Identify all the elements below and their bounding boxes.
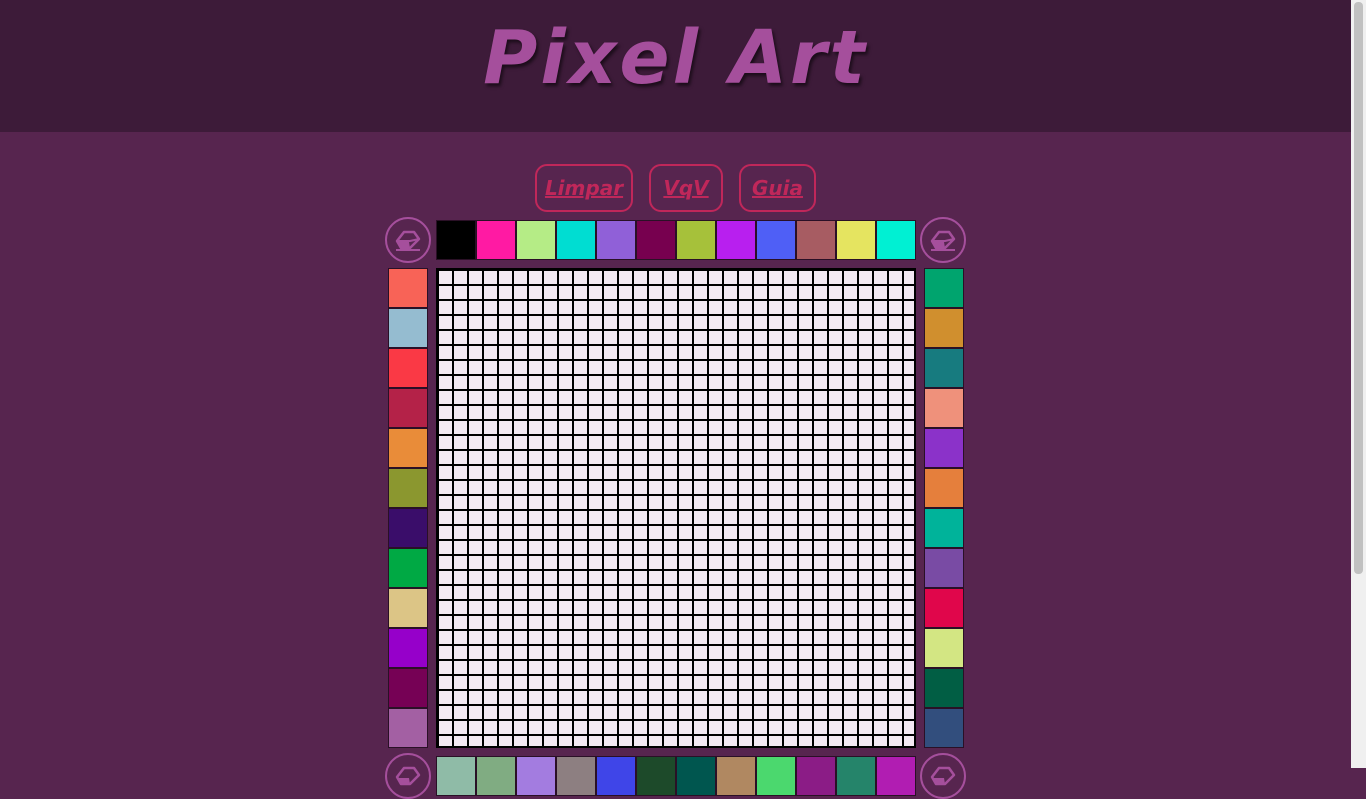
- color-swatch-right-2[interactable]: [924, 308, 964, 348]
- eraser-button-top-right[interactable]: [920, 217, 966, 263]
- eraser-button-bottom-left[interactable]: [385, 753, 431, 799]
- color-swatch-right-1[interactable]: [924, 268, 964, 308]
- color-palette-top: [436, 220, 916, 260]
- color-swatch-bottom-3[interactable]: [516, 756, 556, 796]
- color-swatch-right-9[interactable]: [924, 588, 964, 628]
- vertical-scrollbar[interactable]: [1351, 0, 1366, 768]
- color-swatch-top-11[interactable]: [836, 220, 876, 260]
- color-swatch-bottom-1[interactable]: [436, 756, 476, 796]
- color-swatch-right-12[interactable]: [924, 708, 964, 748]
- color-swatch-right-7[interactable]: [924, 508, 964, 548]
- eraser-icon: [395, 766, 421, 786]
- color-swatch-right-4[interactable]: [924, 388, 964, 428]
- color-swatch-top-10[interactable]: [796, 220, 836, 260]
- color-swatch-bottom-12[interactable]: [876, 756, 916, 796]
- color-swatch-top-8[interactable]: [716, 220, 756, 260]
- color-swatch-left-4[interactable]: [388, 388, 428, 428]
- color-swatch-bottom-6[interactable]: [636, 756, 676, 796]
- color-swatch-top-9[interactable]: [756, 220, 796, 260]
- eraser-icon: [395, 230, 421, 251]
- color-swatch-bottom-9[interactable]: [756, 756, 796, 796]
- color-swatch-top-3[interactable]: [516, 220, 556, 260]
- color-swatch-top-2[interactable]: [476, 220, 516, 260]
- clear-button[interactable]: Limpar: [535, 164, 633, 212]
- color-palette-bottom: [436, 756, 916, 796]
- color-swatch-left-1[interactable]: [388, 268, 428, 308]
- color-swatch-left-2[interactable]: [388, 308, 428, 348]
- color-swatch-right-8[interactable]: [924, 548, 964, 588]
- color-swatch-left-6[interactable]: [388, 468, 428, 508]
- color-swatch-bottom-5[interactable]: [596, 756, 636, 796]
- color-swatch-right-5[interactable]: [924, 428, 964, 468]
- color-swatch-bottom-7[interactable]: [676, 756, 716, 796]
- eraser-icon: [930, 766, 956, 786]
- pixel-board[interactable]: [436, 268, 916, 748]
- color-swatch-top-6[interactable]: [636, 220, 676, 260]
- color-swatch-bottom-4[interactable]: [556, 756, 596, 796]
- guide-button[interactable]: Guia: [739, 164, 816, 212]
- color-swatch-left-8[interactable]: [388, 548, 428, 588]
- color-swatch-right-3[interactable]: [924, 348, 964, 388]
- color-swatch-left-12[interactable]: [388, 708, 428, 748]
- eraser-button-bottom-right[interactable]: [920, 753, 966, 799]
- color-swatch-right-6[interactable]: [924, 468, 964, 508]
- color-swatch-top-4[interactable]: [556, 220, 596, 260]
- vqv-button[interactable]: VqV: [649, 164, 723, 212]
- color-swatch-bottom-8[interactable]: [716, 756, 756, 796]
- header: Pixel Art: [0, 0, 1351, 132]
- eraser-icon: [930, 230, 956, 251]
- color-swatch-bottom-2[interactable]: [476, 756, 516, 796]
- color-swatch-top-1[interactable]: [436, 220, 476, 260]
- color-swatch-left-7[interactable]: [388, 508, 428, 548]
- color-swatch-right-11[interactable]: [924, 668, 964, 708]
- eraser-button-top-left[interactable]: [385, 217, 431, 263]
- color-swatch-top-12[interactable]: [876, 220, 916, 260]
- scrollbar-thumb[interactable]: [1354, 2, 1363, 574]
- color-swatch-left-5[interactable]: [388, 428, 428, 468]
- color-swatch-top-7[interactable]: [676, 220, 716, 260]
- color-palette-left: [388, 268, 428, 748]
- color-swatch-bottom-10[interactable]: [796, 756, 836, 796]
- color-swatch-left-10[interactable]: [388, 628, 428, 668]
- color-swatch-right-10[interactable]: [924, 628, 964, 668]
- page-title: Pixel Art: [483, 15, 868, 101]
- color-swatch-left-11[interactable]: [388, 668, 428, 708]
- color-swatch-top-5[interactable]: [596, 220, 636, 260]
- color-swatch-bottom-11[interactable]: [836, 756, 876, 796]
- color-palette-right: [924, 268, 964, 748]
- color-swatch-left-9[interactable]: [388, 588, 428, 628]
- color-swatch-left-3[interactable]: [388, 348, 428, 388]
